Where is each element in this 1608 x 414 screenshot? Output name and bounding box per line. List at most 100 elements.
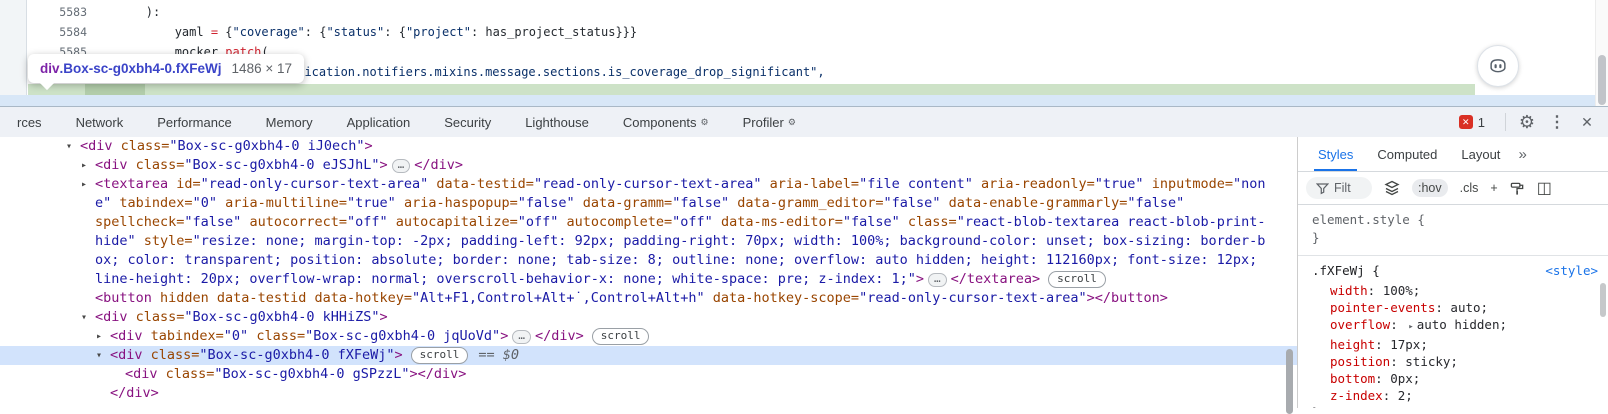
- line-code: ification.notifiers.mixins.message.secti…: [290, 65, 825, 79]
- scroll-badge[interactable]: scroll: [591, 328, 650, 345]
- devtools-tab-profiler[interactable]: Profiler ⚙: [726, 107, 813, 137]
- dom-tree-row[interactable]: ▸ <div class= "Box-sc-g0xbh4-0 eJSJhL" >… </…: [0, 156, 1297, 175]
- dom-tree-row[interactable]: spellcheck= "false" autocorrect= "off" aut…: [0, 213, 1297, 232]
- tree-expand-arrow[interactable]: ▾: [96, 346, 110, 365]
- css-property[interactable]: z-index: 2;: [1312, 387, 1608, 404]
- css-property[interactable]: height: 17px;: [1312, 336, 1608, 353]
- rule-properties: width: 100%; pointer-events: auto; overflo…: [1312, 282, 1608, 404]
- tree-expand-arrow[interactable]: ▾: [81, 308, 95, 327]
- paint-roller-icon[interactable]: [1510, 181, 1525, 196]
- dom-tree-row[interactable]: <button hidden data-testid data-hotkey= "…: [0, 289, 1297, 308]
- devtools-tab-security[interactable]: Security: [427, 107, 508, 137]
- editor-left-gutter: [0, 0, 27, 95]
- copilot-icon: [1487, 55, 1509, 77]
- line-number[interactable]: 5584: [39, 22, 87, 42]
- expand-shorthand-arrow[interactable]: ▸: [1408, 322, 1413, 332]
- settings-gear-icon[interactable]: ⚙: [1512, 112, 1542, 133]
- copilot-floating-button[interactable]: [1477, 45, 1519, 87]
- custom-panel-icon: ⚙: [787, 116, 796, 127]
- split-panel-icon[interactable]: ◫: [1537, 178, 1552, 198]
- dom-tree-row-selected[interactable]: ▾ <div class= "Box-sc-g0xbh4-0 fXFeWj" > scr…: [0, 346, 1297, 365]
- toggle-class-button[interactable]: .cls: [1460, 181, 1479, 195]
- elements-scrollbar-thumb[interactable]: [1286, 349, 1293, 414]
- styles-scrollbar-thumb[interactable]: [1600, 283, 1606, 317]
- devtools-tab-lighthouse[interactable]: Lighthouse: [508, 107, 606, 137]
- error-count: 1: [1477, 114, 1485, 130]
- filter-placeholder: Filt: [1334, 181, 1351, 195]
- devtools-tab-rces[interactable]: rces: [0, 107, 59, 137]
- tree-expand-arrow[interactable]: ▸: [81, 156, 95, 175]
- funnel-icon: [1316, 182, 1329, 195]
- dom-tree-row[interactable]: ▸ <textarea id= "read-only-cursor-text-are…: [0, 175, 1297, 194]
- sidebar-tab-computed[interactable]: Computed: [1365, 137, 1449, 171]
- tooltip-classes: .Box-sc-g0xbh4-0.fXFeWj: [59, 61, 222, 76]
- devtools-tab-memory[interactable]: Memory: [249, 107, 330, 137]
- devtools-tabbar: rces Network Performance Memory Application S…: [0, 107, 1608, 138]
- line-code: ):: [88, 5, 161, 19]
- styles-toolbar: Filt :hov .cls + ◫: [1298, 172, 1608, 205]
- dom-tree-row[interactable]: hide" style= "resize: none; margin-top: -…: [0, 232, 1297, 251]
- elements-panel: ▾ <div class= "Box-sc-g0xbh4-0 iJ0ech" > ▸ <d…: [0, 137, 1297, 408]
- kebab-menu-icon[interactable]: ⋮: [1542, 112, 1572, 132]
- expand-inline-button[interactable]: …: [512, 329, 531, 344]
- styles-tabbar: Styles Computed Layout»: [1298, 137, 1608, 172]
- element-style-selector: element.style: [1312, 212, 1410, 227]
- tabbar-divider: [1505, 113, 1506, 131]
- css-property[interactable]: bottom: 0px;: [1312, 370, 1608, 387]
- error-icon: ✕: [1458, 115, 1473, 129]
- new-style-rule-button[interactable]: +: [1490, 181, 1497, 195]
- layers-icon[interactable]: [1384, 180, 1400, 196]
- line-number[interactable]: 5583: [39, 2, 87, 22]
- close-devtools-icon[interactable]: ✕: [1572, 114, 1602, 131]
- dom-tree-row[interactable]: ox; color: transparent; position: absolu…: [0, 251, 1297, 270]
- devtools-tabbar-right: ✕ 1 ⚙ ⋮ ✕: [1458, 107, 1608, 137]
- scroll-badge[interactable]: scroll: [1048, 271, 1106, 288]
- editor-code-line: 5584 yaml = {"coverage": {"status": {"pr…: [27, 22, 1594, 42]
- tree-expand-arrow[interactable]: ▸: [81, 175, 95, 194]
- devtools-window: rces Network Performance Memory Application S…: [0, 106, 1608, 414]
- css-property[interactable]: position: sticky;: [1312, 353, 1608, 370]
- page-scrollbar-thumb[interactable]: [1598, 55, 1606, 105]
- devtools-tab-application[interactable]: Application: [330, 107, 428, 137]
- element-size-tooltip: div .Box-sc-g0xbh4-0.fXFeWj 1486 × 17: [28, 54, 304, 91]
- scroll-badge[interactable]: scroll: [410, 347, 469, 364]
- element-style-section[interactable]: element.style { }: [1298, 205, 1608, 256]
- dom-tree: ▾ <div class= "Box-sc-g0xbh4-0 iJ0ech" > ▸ <d…: [0, 137, 1297, 403]
- devtools-tab-performance[interactable]: Performance: [140, 107, 248, 137]
- custom-panel-icon: ⚙: [700, 116, 709, 127]
- css-property[interactable]: overflow: ▸ auto hidden;: [1312, 316, 1608, 336]
- line-code: yaml = {"coverage": {"status": {"project…: [88, 25, 638, 39]
- rule-selector: .fXFeWj {: [1312, 263, 1380, 278]
- dom-tree-row[interactable]: ▾ <div class= "Box-sc-g0xbh4-0 kHHiZS" >: [0, 308, 1297, 327]
- toggle-hover-state-button[interactable]: :hov: [1412, 179, 1448, 197]
- css-property[interactable]: width: 100%;: [1312, 282, 1608, 299]
- expand-inline-button[interactable]: …: [928, 272, 947, 287]
- styles-panel: Styles Computed Layout» Filt :hov .cls + ◫…: [1298, 137, 1608, 408]
- styles-filter-input[interactable]: Filt: [1306, 177, 1372, 199]
- css-property[interactable]: pointer-events: auto;: [1312, 299, 1608, 316]
- dom-tree-row[interactable]: e" tabindex= "0" aria-multiline= "true" ar…: [0, 194, 1297, 213]
- dom-tree-row[interactable]: line-height: 20px; overflow-wrap: normal…: [0, 270, 1297, 289]
- dom-tree-row[interactable]: <div class= "Box-sc-g0xbh4-0 gSPzzL" ></di…: [0, 365, 1297, 384]
- page-scrollbar[interactable]: [1595, 0, 1608, 106]
- style-rule-section[interactable]: .fXFeWj { <style> width: 100%; pointer-ev…: [1298, 256, 1608, 408]
- sidebar-tab-layout[interactable]: Layout: [1449, 137, 1512, 171]
- inspect-overlay-blue-strip: [0, 95, 1596, 106]
- dom-tree-row[interactable]: ▾ <div class= "Box-sc-g0xbh4-0 iJ0ech" >: [0, 137, 1297, 156]
- rule-close-brace: }: [1312, 404, 1608, 408]
- github-code-view: 5583 ): 5584 yaml = {"coverage": {"status…: [0, 0, 1608, 106]
- sidebar-tab-styles[interactable]: Styles: [1306, 137, 1365, 171]
- dom-tree-row[interactable]: ▸ <div tabindex= "0" class= "Box-sc-g0xbh4-…: [0, 327, 1297, 346]
- error-indicator[interactable]: ✕ 1: [1458, 114, 1485, 130]
- tree-expand-arrow[interactable]: ▾: [66, 137, 80, 156]
- tooltip-tag: div: [40, 61, 60, 76]
- tree-expand-arrow[interactable]: ▸: [96, 327, 110, 346]
- tooltip-dimensions: 1486 × 17: [231, 61, 292, 76]
- rule-origin-link[interactable]: <style>: [1545, 262, 1598, 280]
- editor-code-line: 5583 ):: [27, 2, 1594, 22]
- expand-inline-button[interactable]: …: [391, 158, 411, 173]
- devtools-tab-network[interactable]: Network: [59, 107, 141, 137]
- dom-tree-row[interactable]: </div>: [0, 384, 1297, 403]
- more-tabs-icon[interactable]: »: [1512, 146, 1532, 163]
- devtools-tab-components[interactable]: Components ⚙: [606, 107, 726, 137]
